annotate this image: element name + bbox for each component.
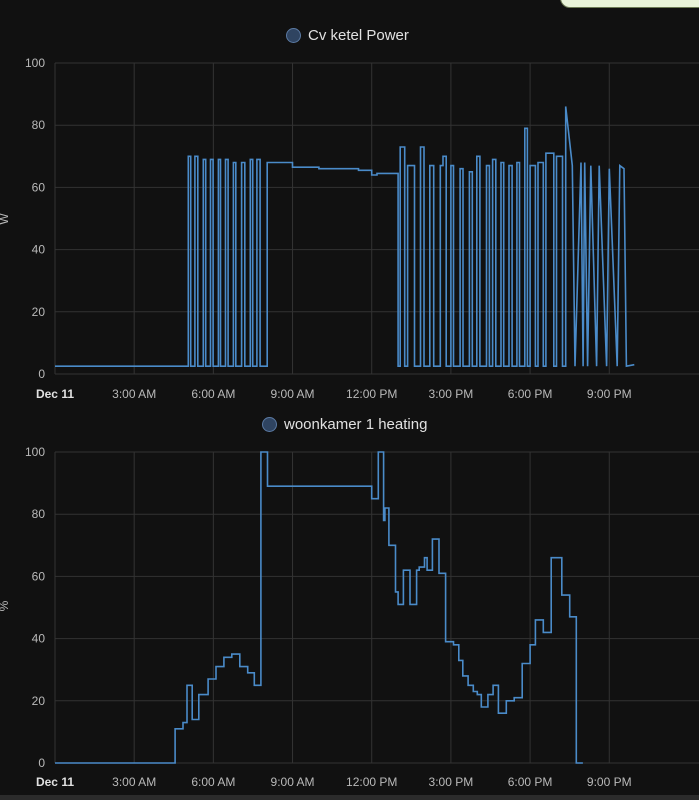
x-tick-label: 6:00 PM [508,775,553,789]
x-tick-label: 3:00 PM [429,775,474,789]
x-tick-label: Dec 11 [36,775,74,789]
chart-1-power: 020406080100Dec 11 3:00 AM 6:00 AM 9:00 AM 1… [0,56,699,401]
y-axis-label: W [0,213,11,225]
y-tick-label: 100 [25,56,45,70]
bottom-scrollbar[interactable] [0,795,699,800]
x-tick-label: 12:00 PM [346,775,397,789]
y-tick-label: 0 [38,367,45,381]
series-line [55,106,635,368]
y-tick-label: 60 [32,569,46,583]
y-tick-label: 40 [32,243,46,257]
chart-2-heating: 0 20 40 60 80 100 Dec 11 3:00 AM 6:00 AM 9:00 AM 1… [0,445,699,789]
y-tick-label: 100 [25,445,45,459]
x-tick-label: 3:00 AM [112,775,156,789]
y-axis-label: % [0,600,11,611]
x-tick-label: 6:00 AM [191,775,235,789]
x-tick-label: 9:00 AM [271,775,315,789]
x-tick-label: 9:00 PM [587,775,632,789]
y-tick-label: 40 [32,632,46,646]
y-tick-label: 80 [32,118,46,132]
y-tick-label: 80 [32,507,46,521]
y-tick-label: 60 [32,180,46,194]
y-tick-label: 0 [38,756,45,770]
y-tick-label: 20 [32,694,46,708]
y-tick-label: 20 [32,305,46,319]
